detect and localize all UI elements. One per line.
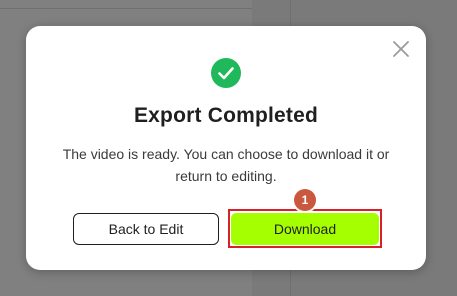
step-badge: 1 — [294, 189, 316, 211]
dialog-title: Export Completed — [133, 104, 319, 127]
download-button[interactable]: Download — [231, 213, 379, 245]
export-completed-dialog: Export Completed The video is ready. You… — [26, 26, 426, 270]
background-divider-line — [0, 8, 252, 9]
check-circle-icon — [211, 58, 241, 88]
close-button[interactable] — [390, 38, 412, 60]
dialog-message: The video is ready. You can choose to do… — [62, 146, 390, 184]
close-icon — [393, 41, 409, 57]
back-to-edit-button[interactable]: Back to Edit — [73, 213, 219, 245]
